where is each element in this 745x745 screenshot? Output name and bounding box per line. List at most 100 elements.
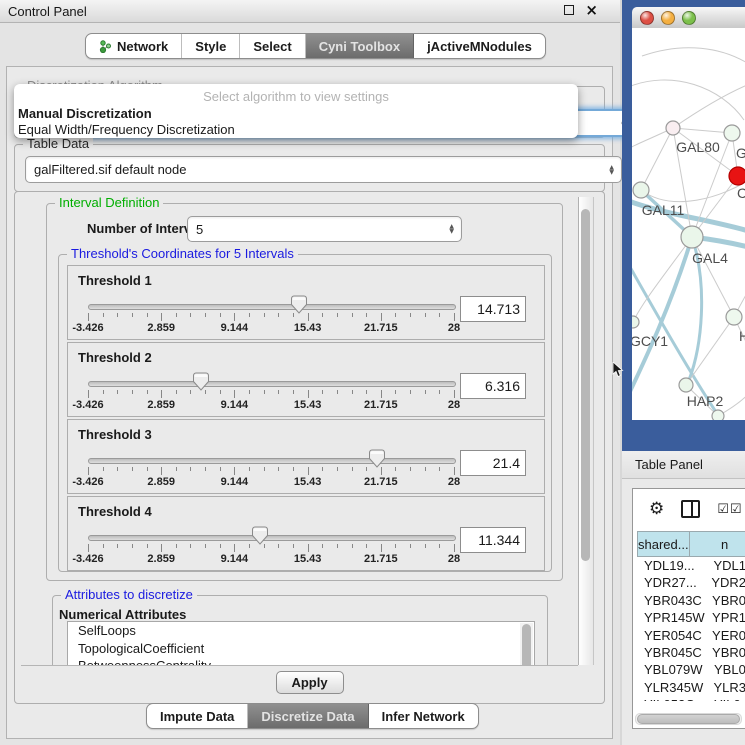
gear-icon[interactable]: ⚙ <box>649 499 664 519</box>
network-edge[interactable] <box>632 237 692 400</box>
table-row[interactable]: YER054CYER0 <box>637 627 745 644</box>
table-cell[interactable]: YER0 <box>705 627 745 644</box>
slider-thumb[interactable] <box>291 295 307 314</box>
close-icon[interactable]: × <box>585 4 598 16</box>
table-cell[interactable]: YIL0 <box>707 696 741 701</box>
right-node[interactable] <box>726 309 742 325</box>
attribute-item[interactable]: BetweennessCentrality <box>68 657 534 666</box>
table-cell[interactable]: YIL052C <box>637 696 707 701</box>
network-edge[interactable] <box>673 128 732 133</box>
table-cell[interactable]: YPR1 <box>705 609 745 626</box>
table-cell[interactable]: YDL19... <box>637 557 706 574</box>
tab-infer-network[interactable]: Infer Network <box>369 704 478 728</box>
threshold-value-field[interactable]: 6.316 <box>460 373 526 399</box>
table-cell[interactable]: YLR345W <box>637 679 706 696</box>
tab-select[interactable]: Select <box>240 34 305 58</box>
select-all-checkbox-icon[interactable]: ☑☑ <box>717 502 742 517</box>
threshold-value-field[interactable]: 14.713 <box>460 296 526 322</box>
table-row[interactable]: YPR145WYPR1 <box>637 609 745 626</box>
scrollbar-thumb[interactable] <box>637 714 740 724</box>
slider-track[interactable] <box>88 304 456 310</box>
tab-network[interactable]: Network <box>86 34 182 58</box>
tick-mark <box>147 390 148 394</box>
tick-mark <box>161 467 162 475</box>
bottom-node[interactable] <box>712 410 724 420</box>
table-cell[interactable]: YER054C <box>637 627 705 644</box>
tab-jactivemnodules[interactable]: jActiveMNodules <box>414 34 545 58</box>
combo-arrows-icon[interactable]: ▲▼ <box>609 165 614 175</box>
table-row[interactable]: YBL079WYBL0 <box>637 661 745 678</box>
algorithm-option[interactable]: Equal Width/Frequency Discretization <box>14 122 578 138</box>
slider-thumb[interactable] <box>369 449 385 468</box>
table-row[interactable]: YIL052CYIL0 <box>637 696 745 701</box>
slider-track[interactable] <box>88 535 456 541</box>
network-edge[interactable] <box>642 48 745 66</box>
mac-close-button[interactable] <box>640 11 654 25</box>
network-edge[interactable] <box>692 237 734 317</box>
network-canvas[interactable]: GAL80GACGAL11GAL4GCY1HHAP2 <box>632 28 745 420</box>
network-edge[interactable] <box>632 80 744 120</box>
numerical-attributes-label: Numerical Attributes <box>59 607 186 622</box>
selected-red-node[interactable] <box>729 167 745 185</box>
table-cell[interactable]: YDR27... <box>637 574 704 591</box>
columns-icon[interactable] <box>681 500 700 518</box>
GAL80-node[interactable] <box>666 121 680 135</box>
number-of-intervals-combobox[interactable]: 5 ▲▼ <box>187 216 462 242</box>
table-cell[interactable]: YBL079W <box>637 661 707 678</box>
top-right-node[interactable] <box>724 125 740 141</box>
table-cell[interactable]: YBR0 <box>705 644 745 661</box>
table-cell[interactable]: YBR043C <box>637 592 705 609</box>
attribute-item[interactable]: TopologicalCoefficient <box>68 640 534 658</box>
table-cell[interactable]: YBL0 <box>707 661 745 678</box>
column-header[interactable]: shared... <box>637 531 690 557</box>
attribute-item[interactable]: SelfLoops <box>68 622 534 640</box>
apply-button[interactable]: Apply <box>276 671 344 694</box>
table-cell[interactable]: YPR145W <box>637 609 705 626</box>
table-row[interactable]: YLR345WYLR3 <box>637 679 745 696</box>
table-horizontal-scrollbar[interactable] <box>635 713 742 725</box>
GAL11-node[interactable] <box>633 182 649 198</box>
network-edge[interactable] <box>686 317 734 385</box>
table-row[interactable]: YDR27...YDR2 <box>637 574 745 591</box>
scrollbar-thumb[interactable] <box>581 209 590 561</box>
threshold-value-field[interactable]: 21.4 <box>460 450 526 476</box>
slider-thumb[interactable] <box>252 526 268 545</box>
tab-style[interactable]: Style <box>182 34 240 58</box>
network-edge[interactable] <box>673 83 745 128</box>
slider-track[interactable] <box>88 458 456 464</box>
table-data-combobox[interactable]: galFiltered.sif default node ▲▼ <box>25 156 622 183</box>
mac-zoom-button[interactable] <box>682 11 696 25</box>
HAP2-node[interactable] <box>679 378 693 392</box>
table-cell[interactable]: YBR0 <box>705 592 745 609</box>
table-cell[interactable]: YDR2 <box>704 574 745 591</box>
network-window-titlebar[interactable] <box>632 7 745 29</box>
tick-label: 9.144 <box>221 553 249 565</box>
numerical-attributes-list[interactable]: SelfLoopsTopologicalCoefficientBetweenne… <box>67 621 535 666</box>
GCY1-node[interactable] <box>632 316 639 328</box>
slider-track[interactable] <box>88 381 456 387</box>
scrollbar-thumb[interactable] <box>522 624 531 666</box>
tab-cyni-toolbox[interactable]: Cyni Toolbox <box>306 34 414 58</box>
network-edge[interactable] <box>641 178 745 202</box>
table-cell[interactable]: YBR045C <box>637 644 705 661</box>
table-row[interactable]: YDL19...YDL1 <box>637 557 745 574</box>
table-row[interactable]: YBR043CYBR0 <box>637 592 745 609</box>
tab-discretize-data[interactable]: Discretize Data <box>248 704 368 728</box>
combo-arrows-icon[interactable]: ▲▼ <box>449 224 454 234</box>
mac-minimize-button[interactable] <box>661 11 675 25</box>
threshold-value-field[interactable]: 11.344 <box>460 527 526 553</box>
settings-scrollbar[interactable] <box>578 197 594 665</box>
tick-mark <box>337 390 338 394</box>
table-cell[interactable]: YDL1 <box>706 557 745 574</box>
float-window-icon[interactable] <box>564 5 574 15</box>
network-edge[interactable] <box>641 128 673 190</box>
column-header[interactable]: n <box>690 531 745 557</box>
algorithm-option[interactable]: Manual Discretization <box>14 106 578 122</box>
slider-thumb[interactable] <box>193 372 209 391</box>
table-cell[interactable]: YLR3 <box>706 679 745 696</box>
attributes-list-scrollbar[interactable] <box>520 623 533 666</box>
table-row[interactable]: YBR045CYBR0 <box>637 644 745 661</box>
GAL4-node[interactable] <box>681 226 703 248</box>
tab-impute-data[interactable]: Impute Data <box>147 704 248 728</box>
network-edge[interactable] <box>633 237 692 322</box>
